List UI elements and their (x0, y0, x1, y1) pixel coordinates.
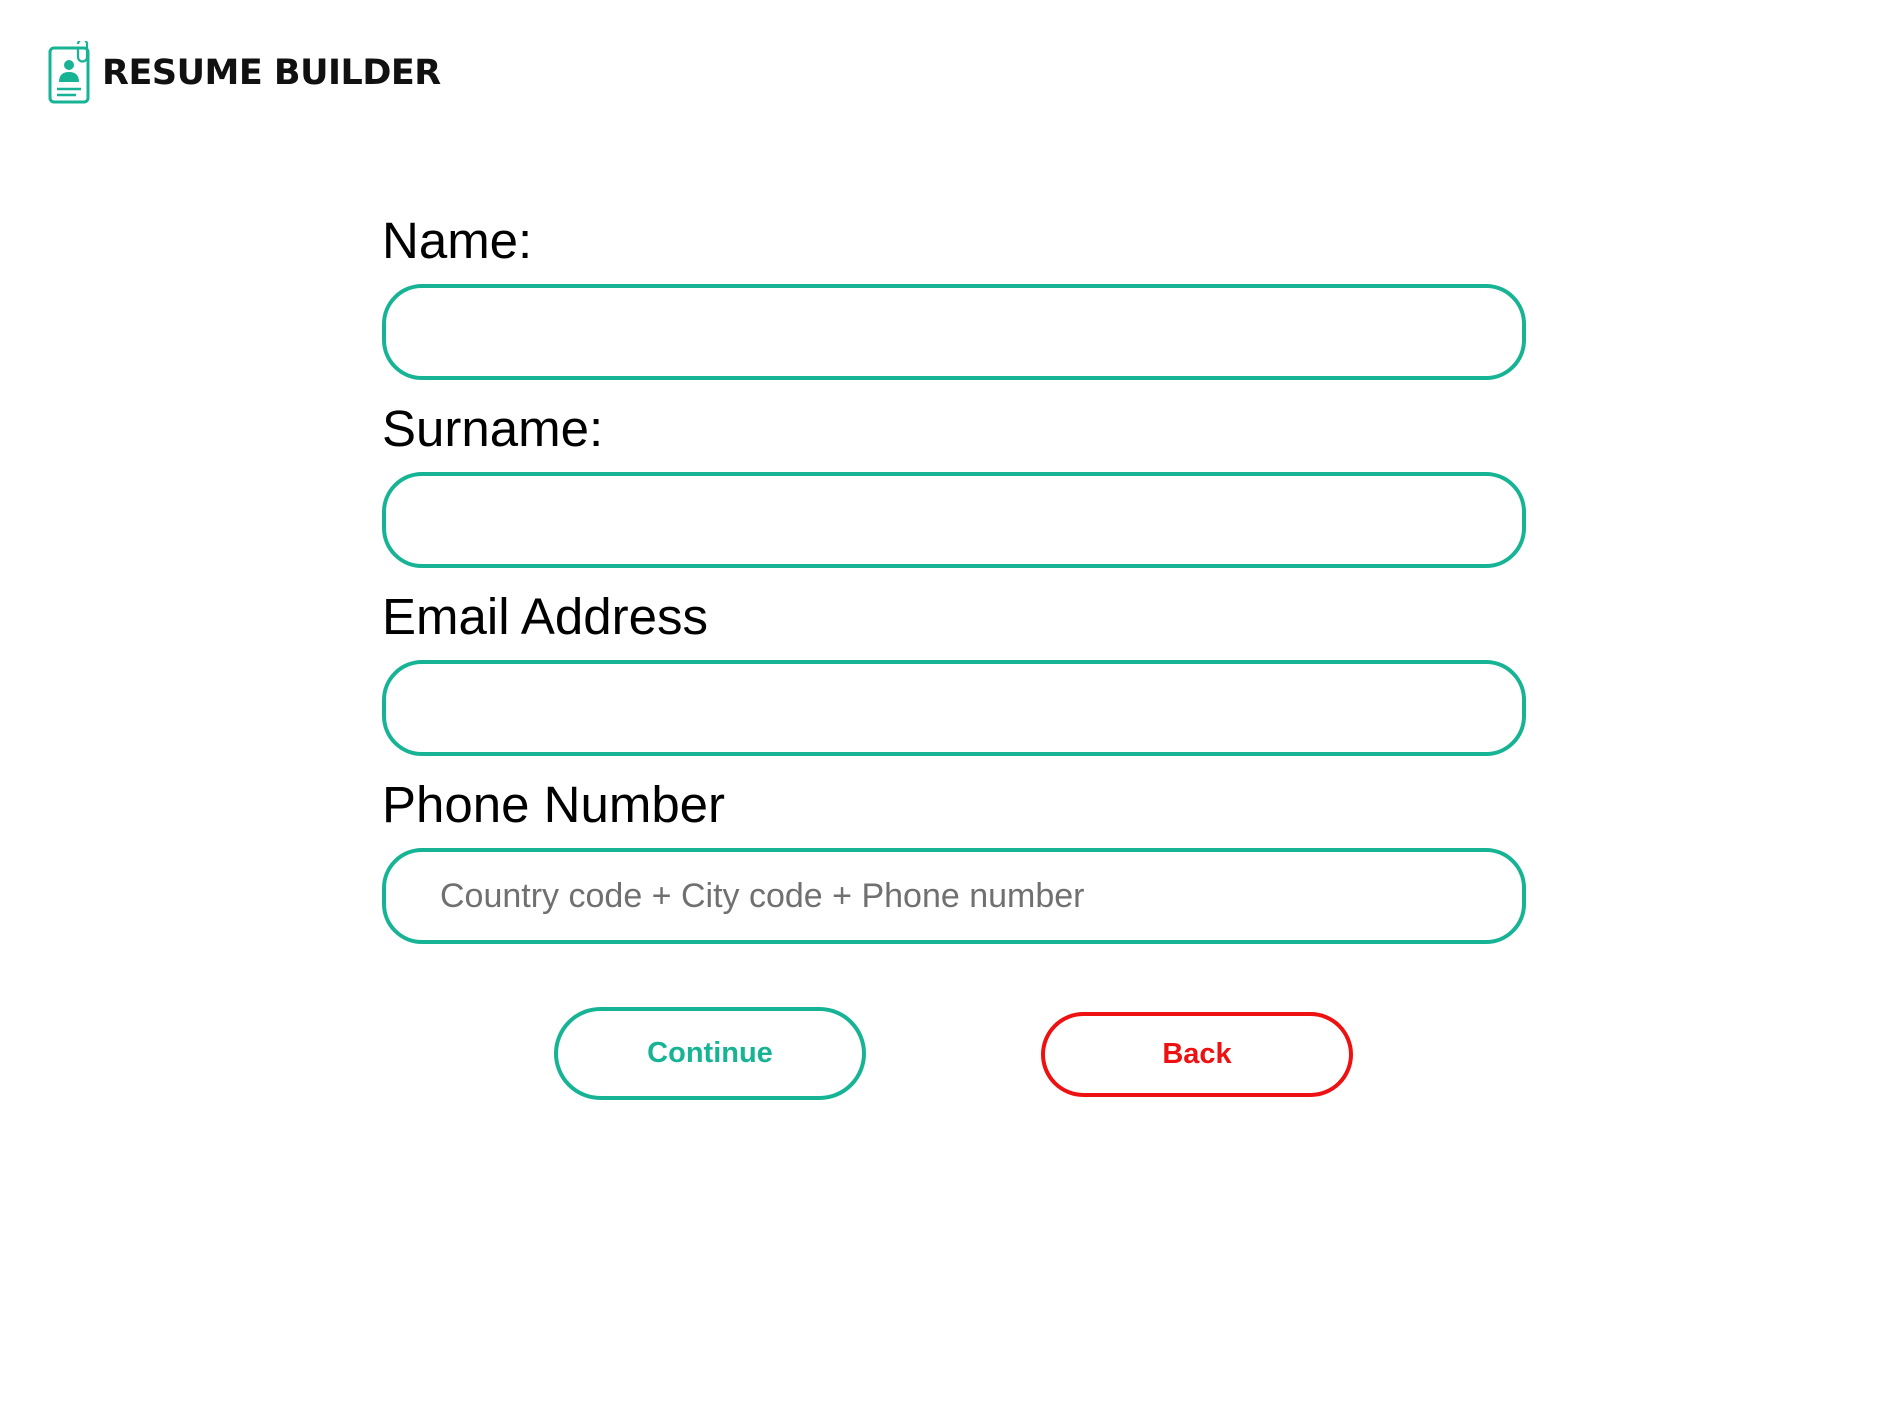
phone-label: Phone Number (382, 776, 726, 833)
name-label: Name: (382, 212, 533, 269)
personal-info-form: Name: Surname: Email Address Phone Numbe… (382, 210, 1526, 962)
email-label: Email Address (382, 588, 708, 645)
app-header: RESUME BUILDER (48, 40, 441, 106)
email-input[interactable] (382, 660, 1526, 756)
phone-input[interactable] (382, 848, 1526, 944)
back-button[interactable]: Back (1041, 1012, 1353, 1097)
phone-field-group: Phone Number (382, 774, 1526, 944)
form-actions: Continue Back (554, 1007, 1354, 1102)
surname-label: Surname: (382, 400, 604, 457)
name-field-group: Name: (382, 210, 1526, 380)
surname-input[interactable] (382, 472, 1526, 568)
continue-button[interactable]: Continue (554, 1007, 866, 1100)
resume-id-card-icon (48, 41, 90, 104)
email-field-group: Email Address (382, 586, 1526, 756)
app-title: RESUME BUILDER (102, 52, 441, 93)
name-input[interactable] (382, 284, 1526, 380)
surname-field-group: Surname: (382, 398, 1526, 568)
